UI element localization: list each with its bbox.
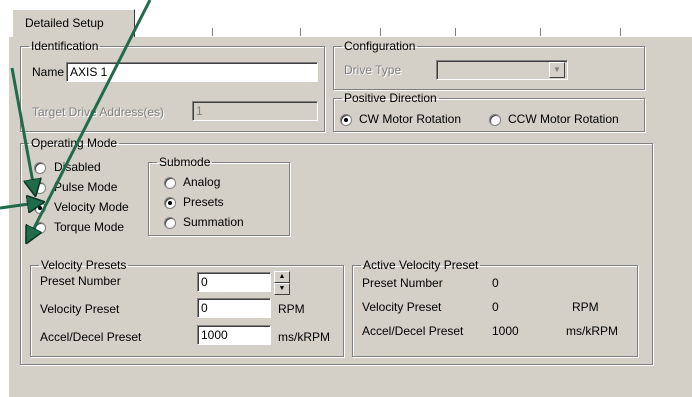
target-drive-label: Target Drive Address(es)	[32, 105, 165, 119]
mode-radio-pulse[interactable]	[34, 182, 46, 194]
preset-number-label: Preset Number	[40, 274, 121, 288]
name-field[interactable]: AXIS 1	[66, 62, 318, 82]
submode-radio-analog[interactable]	[164, 177, 176, 189]
accel-decel-field[interactable]: 1000	[197, 325, 271, 345]
tab-detailed-setup[interactable]: Detailed Setup	[12, 9, 135, 37]
mode-radio-disabled[interactable]	[34, 162, 46, 174]
mode-label-disabled[interactable]: Disabled	[54, 160, 101, 174]
tab-label: Detailed Setup	[25, 16, 104, 30]
mode-radio-velocity[interactable]	[34, 202, 46, 214]
submode-radio-summation[interactable]	[164, 217, 176, 229]
preset-number-stepper[interactable]: ▲ ▼	[274, 271, 290, 295]
tab-divider	[300, 28, 301, 36]
mode-label-pulse[interactable]: Pulse Mode	[54, 180, 117, 194]
positive-direction-legend: Positive Direction	[344, 91, 437, 105]
submode-label-presets[interactable]: Presets	[183, 195, 224, 209]
identification-legend: Identification	[31, 39, 99, 53]
target-drive-field[interactable]: 1	[192, 101, 318, 121]
active-accel-decel-unit: ms/kRPM	[566, 324, 618, 338]
chevron-down-icon[interactable]: ▼	[549, 62, 565, 78]
active-velocity-preset-legend: Active Velocity Preset	[363, 258, 479, 272]
ccw-label[interactable]: CCW Motor Rotation	[508, 112, 619, 126]
accel-decel-label: Accel/Decel Preset	[40, 330, 142, 344]
spin-down-icon[interactable]: ▼	[274, 283, 290, 295]
drive-type-label: Drive Type	[344, 63, 402, 77]
submode-label-analog[interactable]: Analog	[183, 175, 220, 189]
velocity-presets-legend: Velocity Presets	[41, 258, 127, 272]
tab-divider	[380, 28, 381, 36]
tab-divider	[212, 28, 213, 36]
velocity-preset-label: Velocity Preset	[40, 302, 120, 316]
accel-decel-unit: ms/kRPM	[278, 330, 330, 344]
tab-divider	[455, 28, 456, 36]
mode-label-torque[interactable]: Torque Mode	[54, 220, 124, 234]
active-velocity-preset-value: 0	[492, 300, 499, 314]
active-velocity-unit: RPM	[572, 300, 599, 314]
active-preset-number-value: 0	[492, 276, 499, 290]
active-accel-decel-label: Accel/Decel Preset	[362, 324, 464, 338]
submode-legend: Submode	[159, 155, 211, 169]
cw-radio[interactable]	[340, 114, 352, 126]
submode-label-summation[interactable]: Summation	[183, 215, 244, 229]
velocity-unit: RPM	[278, 302, 305, 316]
operating-mode-legend: Operating Mode	[31, 136, 118, 150]
mode-label-velocity[interactable]: Velocity Mode	[54, 200, 129, 214]
mode-radio-torque[interactable]	[34, 222, 46, 234]
tab-divider	[620, 28, 621, 36]
ccw-radio[interactable]	[489, 114, 501, 126]
tab-divider	[540, 28, 541, 36]
preset-number-field[interactable]: 0	[197, 272, 271, 292]
submode-radio-presets[interactable]	[164, 197, 176, 209]
name-label: Name	[32, 65, 65, 79]
velocity-preset-field[interactable]: 0	[197, 298, 271, 318]
configuration-legend: Configuration	[344, 39, 416, 53]
active-velocity-preset-label: Velocity Preset	[362, 300, 442, 314]
active-accel-decel-value: 1000	[492, 324, 519, 338]
active-preset-number-label: Preset Number	[362, 276, 443, 290]
cw-label[interactable]: CW Motor Rotation	[359, 112, 461, 126]
spin-up-icon[interactable]: ▲	[274, 271, 290, 283]
